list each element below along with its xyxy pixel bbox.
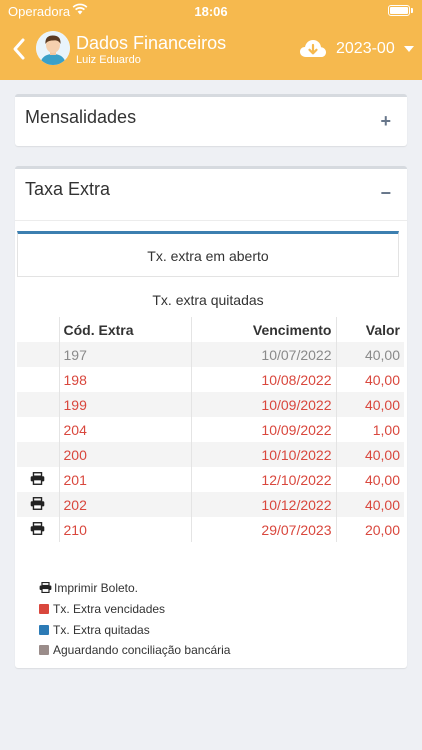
amount: 1,00 — [372, 421, 400, 438]
avatar[interactable] — [36, 31, 70, 65]
legend-print-label: Imprimir Boleto. — [54, 581, 139, 595]
print-cell — [17, 517, 60, 542]
legend-pending-swatch — [39, 645, 49, 655]
status-time: 18:06 — [194, 4, 228, 19]
table-row[interactable]: 204 10/09/2022 1,00 — [17, 417, 404, 442]
table-row[interactable]: 198 10/08/2022 40,00 — [17, 367, 404, 392]
print-cell — [17, 417, 60, 442]
amount: 40,00 — [364, 396, 400, 413]
extra-code: 204 — [59, 417, 192, 442]
table-row[interactable]: 199 10/09/2022 40,00 — [17, 392, 404, 417]
expand-plus-icon[interactable]: + — [380, 111, 391, 132]
extra-code: 197 — [59, 342, 192, 367]
user-name: Luiz Eduardo — [76, 54, 141, 66]
legend-print: Imprimir Boleto. — [39, 581, 138, 595]
table-row[interactable]: 202 10/12/2022 40,00 — [17, 492, 404, 517]
legend-overdue: Tx. Extra vencidades — [39, 602, 165, 616]
extra-code: 199 — [59, 392, 192, 417]
battery-tip-icon — [411, 8, 413, 13]
col-header-due-date: Vencimento — [191, 317, 337, 342]
legend-overdue-swatch — [39, 604, 49, 614]
legend-paid-swatch — [39, 625, 49, 635]
due-date: 10/10/2022 — [191, 442, 337, 467]
print-cell — [17, 442, 60, 467]
back-arrow-icon[interactable] — [8, 34, 30, 64]
legend-paid: Tx. Extra quitadas — [39, 623, 150, 637]
print-cell — [17, 367, 60, 392]
legend-pending: Aguardando conciliação bancária — [39, 643, 230, 657]
print-cell — [17, 342, 60, 367]
amount: 40,00 — [364, 496, 400, 513]
status-bar: Operadora 18:06 — [0, 0, 422, 22]
legend-paid-label: Tx. Extra quitadas — [53, 623, 150, 637]
extra-code: 210 — [59, 517, 192, 542]
legend-pending-label: Aguardando conciliação bancária — [53, 643, 231, 657]
amount: 40,00 — [364, 346, 400, 363]
printer-icon[interactable] — [30, 522, 45, 538]
amount: 20,00 — [364, 521, 400, 538]
amount: 40,00 — [364, 371, 400, 388]
due-date: 29/07/2023 — [191, 517, 337, 542]
printer-icon[interactable] — [30, 497, 45, 513]
legend-overdue-label: Tx. Extra vencidades — [53, 602, 166, 616]
extra-code: 198 — [59, 367, 192, 392]
taxa-extra-title: Taxa Extra — [25, 179, 111, 199]
table-header-row: Cód. Extra Vencimento Valor — [17, 317, 404, 342]
battery-icon — [388, 5, 410, 16]
table-row[interactable]: 201 12/10/2022 40,00 — [17, 467, 404, 492]
col-header-print — [17, 317, 60, 342]
table-row[interactable]: 197 10/07/2022 40,00 — [17, 342, 404, 367]
print-cell — [17, 392, 60, 417]
due-date: 10/08/2022 — [191, 367, 337, 392]
taxa-extra-header[interactable]: Taxa Extra − — [15, 169, 407, 221]
user-avatar-icon — [36, 31, 70, 65]
tab-open-extras[interactable]: Tx. extra em aberto — [17, 231, 399, 277]
extra-code: 201 — [59, 467, 192, 492]
collapse-minus-icon[interactable]: − — [380, 183, 391, 204]
table-row[interactable]: 200 10/10/2022 40,00 — [17, 442, 404, 467]
print-cell — [17, 467, 60, 492]
col-header-code: Cód. Extra — [59, 317, 192, 342]
taxa-extra-card: Taxa Extra − Tx. extra em aberto Tx. ext… — [15, 166, 407, 668]
extra-code: 200 — [59, 442, 192, 467]
tab-paid-extras[interactable]: Tx. extra quitadas — [17, 283, 399, 317]
print-cell — [17, 492, 60, 517]
year-selector[interactable]: 2023-00 — [336, 40, 395, 58]
page-title: Dados Financeiros — [76, 33, 227, 53]
amount: 40,00 — [364, 471, 400, 488]
printer-icon[interactable] — [30, 472, 45, 488]
due-date: 10/12/2022 — [191, 492, 337, 517]
mensalidades-card: Mensalidades + — [15, 94, 407, 146]
due-date: 10/09/2022 — [191, 417, 337, 442]
mensalidades-title: Mensalidades — [25, 107, 137, 127]
mensalidades-header[interactable]: Mensalidades + — [15, 97, 407, 145]
col-header-value: Valor — [365, 321, 400, 338]
extra-code: 202 — [59, 492, 192, 517]
due-date: 10/07/2022 — [191, 342, 337, 367]
chevron-down-icon[interactable] — [404, 46, 414, 52]
amount: 40,00 — [364, 446, 400, 463]
due-date: 10/09/2022 — [191, 392, 337, 417]
extras-table: Cód. Extra Vencimento Valor 197 10/07/20… — [17, 317, 404, 542]
due-date: 12/10/2022 — [191, 467, 337, 492]
table-row[interactable]: 210 29/07/2023 20,00 — [17, 517, 404, 542]
printer-icon — [39, 581, 52, 594]
app-header: Operadora 18:06 Dados Financeiros Luiz E… — [0, 0, 422, 80]
cloud-download-icon[interactable] — [299, 38, 327, 60]
